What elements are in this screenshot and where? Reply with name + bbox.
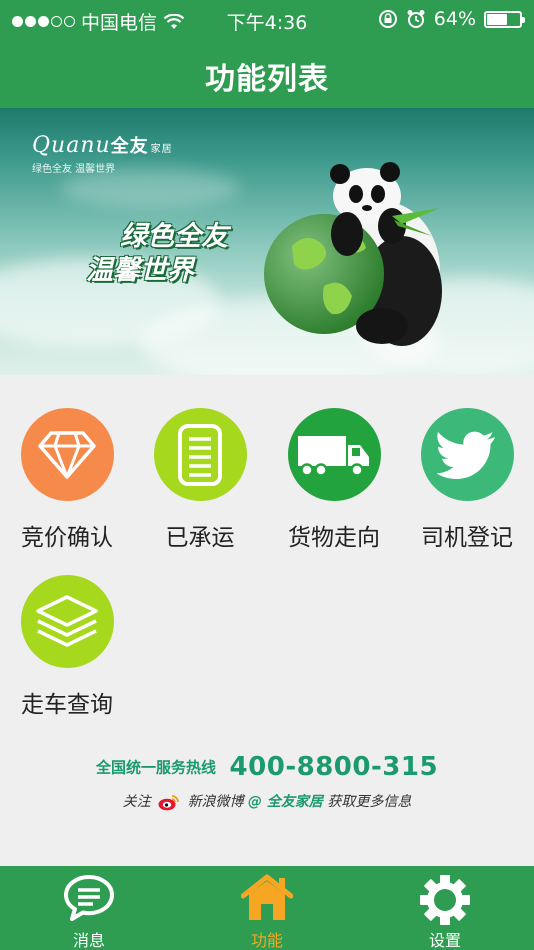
function-icon-bg [287,408,381,501]
tab-settings[interactable]: 设置 [356,866,534,950]
weibo-account[interactable]: @ 全友家居 [248,794,323,810]
function-item-cargo-tracking[interactable]: 货物走向 [267,408,401,552]
brand-tagline: 绿色全友 温馨世界 [32,164,116,175]
function-icon-bg [420,408,514,501]
function-icon-bg [153,408,247,501]
weibo-label: 新浪微博 [187,794,244,810]
rotation-lock-icon [378,10,397,28]
function-label: 司机登记 [421,525,513,551]
gear-icon [420,875,470,925]
function-label: 竞价确认 [21,525,113,551]
follow-info: 关注 新浪微博 @ 全友家居 获取更多信息 [0,791,534,811]
function-item-carried[interactable]: 已承运 [133,408,267,552]
promo-banner[interactable]: Quanu全友 家居 绿色全友 温馨世界 绿色全友 温馨世界 [0,108,534,375]
function-label: 走车查询 [21,692,113,718]
battery-percent: 64% [433,8,476,30]
page-title: 功能列表 [205,62,329,97]
battery-icon [484,10,525,28]
document-list-icon [178,423,222,486]
top-bar: 中国电信 下午4:36 64% 功能列表 [0,0,534,108]
function-label: 货物走向 [288,525,380,551]
hotline-number[interactable]: 400-8800-315 [230,752,439,782]
hotline-label: 全国统一服务热线 [95,758,216,777]
weibo-icon [158,795,180,811]
function-item-bid-confirm[interactable]: 竞价确认 [0,408,134,552]
chat-icon [64,875,114,921]
tab-functions[interactable]: 功能 [178,866,356,950]
function-icon-bg [20,408,114,501]
follow-prefix: 关注 [122,794,151,810]
status-bar: 中国电信 下午4:36 64% [0,0,534,38]
tab-label: 设置 [428,931,461,950]
follow-suffix: 获取更多信息 [327,794,412,810]
function-label: 已承运 [165,525,235,551]
tab-messages[interactable]: 消息 [0,866,178,950]
panda-earth-illustration [264,162,442,346]
service-hotline: 全国统一服务热线 400-8800-315 [0,752,534,782]
function-icon-bg [20,575,114,668]
bottom-tab-bar: 消息 功能 设置 [0,866,534,950]
battery-fill [487,13,508,25]
alarm-icon [407,10,425,28]
function-item-driver-register[interactable]: 司机登记 [400,408,534,552]
banner-slogan: 绿色全友 温馨世界 [86,221,228,286]
bird-icon [437,431,495,479]
diamond-icon [38,430,96,479]
home-icon [241,874,293,920]
brand-logo: Quanu全友 家居 绿色全友 温馨世界 [32,133,173,175]
tab-label: 功能 [250,931,283,950]
tab-label: 消息 [72,931,105,950]
layers-icon [36,594,98,647]
function-item-vehicle-query[interactable]: 走车查询 [0,575,134,719]
truck-icon [298,435,369,477]
